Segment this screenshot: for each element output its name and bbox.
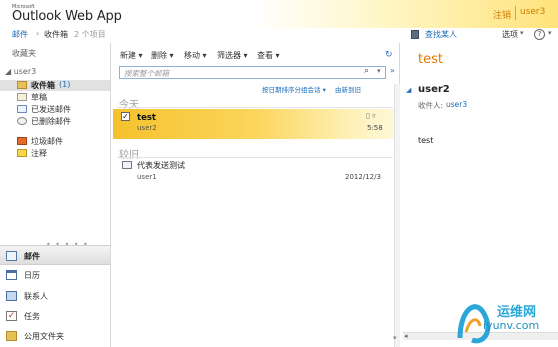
folder-drafts[interactable]: 草稿 [0,92,110,103]
drafts-icon [17,93,27,101]
divider [117,107,393,108]
deleted-icon [17,117,27,125]
recipient-label: 收件人: [418,101,444,110]
view-button[interactable]: 查看 ▾ [257,50,280,61]
scroll-down-icon[interactable]: ▾ [393,334,397,342]
chevron-down-icon[interactable]: ▾ [520,29,524,37]
signout-link[interactable]: 注销 [493,8,511,21]
header-gradient [250,0,558,28]
nav-label: 任务 [24,312,40,321]
folder-deleted[interactable]: 已删除邮件 [0,116,110,127]
delete-button[interactable]: 删除 ▾ [151,50,174,61]
header-divider [515,6,516,20]
folder-label: 收件箱 [31,81,55,90]
divider [117,157,393,158]
chevron-down-icon[interactable]: ▾ [377,67,381,75]
move-button[interactable]: 移动 ▾ [184,50,207,61]
reading-subject: test [418,52,443,67]
mail-icon [6,251,17,261]
folder-label: 垃圾邮件 [31,137,63,146]
mailbox-root[interactable]: ◢ user3 [5,67,36,76]
app-logo: Outlook Web App [12,9,122,24]
scrollbar[interactable] [394,84,400,347]
sort-order-link[interactable]: 由新到旧 [335,84,361,94]
scroll-left-icon[interactable]: ◂ [404,332,408,340]
watermark-url: iyunv.com [483,319,540,332]
expand-icon[interactable]: » [390,66,395,75]
nav-contacts-button[interactable]: 联系人 [0,286,110,306]
folder-label: 注释 [31,149,47,158]
select-checkbox[interactable]: ✓ [121,112,130,121]
message-time: 5:58 [367,124,383,132]
message-subject[interactable]: 代表发送测试 [137,160,185,171]
folder-label: 草稿 [31,93,47,102]
junk-icon [17,137,27,145]
favorites-header[interactable]: 收藏夹 [12,48,36,59]
nav-label: 邮件 [24,252,40,261]
sent-icon [17,105,27,113]
filter-button[interactable]: 筛选器 ▾ [217,50,248,61]
nav-label: 公用文件夹 [24,332,64,341]
folder-label: 已发送邮件 [31,105,71,114]
folder-sent[interactable]: 已发送邮件 [0,104,110,115]
search-icon[interactable]: ⌕ [364,66,369,76]
breadcrumb-mail-link[interactable]: 邮件 [12,29,28,40]
watermark-name: 运维网 [497,305,537,320]
public-folder-icon [6,331,17,341]
folder-inbox[interactable]: 收件箱 (1) [0,80,110,91]
nav-label: 联系人 [24,292,48,301]
group-header-older: 较旧 [119,150,139,161]
tasks-icon: ✓ [6,311,17,321]
item-count: 2 个项目 [74,30,106,39]
message-body: test [418,136,434,145]
recipient-link[interactable]: user3 [446,100,467,109]
address-book-icon[interactable] [411,30,419,39]
refresh-icon[interactable]: ↻ [385,50,393,60]
inbox-icon [17,81,27,89]
message-subject: test [137,113,156,123]
message-date: 2012/12/3 [345,173,381,181]
current-user-link[interactable]: user3 [520,7,545,17]
collapse-icon[interactable]: ◢ [406,86,411,94]
notes-icon [17,149,27,157]
reading-sender[interactable]: user2 [418,84,450,95]
unread-count: (1) [59,80,71,89]
calendar-icon [6,270,17,280]
breadcrumb-separator: › [36,29,40,38]
nav-label: 日历 [24,271,40,280]
folder-label: 已删除邮件 [31,117,71,126]
flag-icon[interactable]: ▯ ▿ [366,112,376,120]
find-someone-input[interactable]: 查找某人 [425,29,457,40]
folder-notes[interactable]: 注释 [0,148,110,159]
new-button[interactable]: 新建 ▾ [120,50,143,61]
nav-tasks-button[interactable]: ✓ 任务 [0,306,110,326]
sort-dropdown[interactable]: 按日期排序分组会话 ▾ [262,84,326,94]
chevron-down-icon[interactable]: ▾ [548,29,552,37]
envelope-icon [122,161,132,169]
nav-calendar-button[interactable]: 日历 [0,265,110,285]
nav-mail-button[interactable]: 邮件 [0,245,110,265]
message-sender: user2 [137,124,157,132]
options-menu[interactable]: 选项 [502,29,518,40]
folder-junk[interactable]: 垃圾邮件 [0,136,110,147]
help-icon[interactable]: ? [534,29,545,40]
breadcrumb-current: 收件箱 [44,30,68,39]
message-sender: user1 [137,173,157,181]
contacts-icon [6,291,17,301]
search-placeholder: 搜索整个邮箱 [124,69,169,78]
nav-public-folders-button[interactable]: 公用文件夹 [0,326,110,346]
